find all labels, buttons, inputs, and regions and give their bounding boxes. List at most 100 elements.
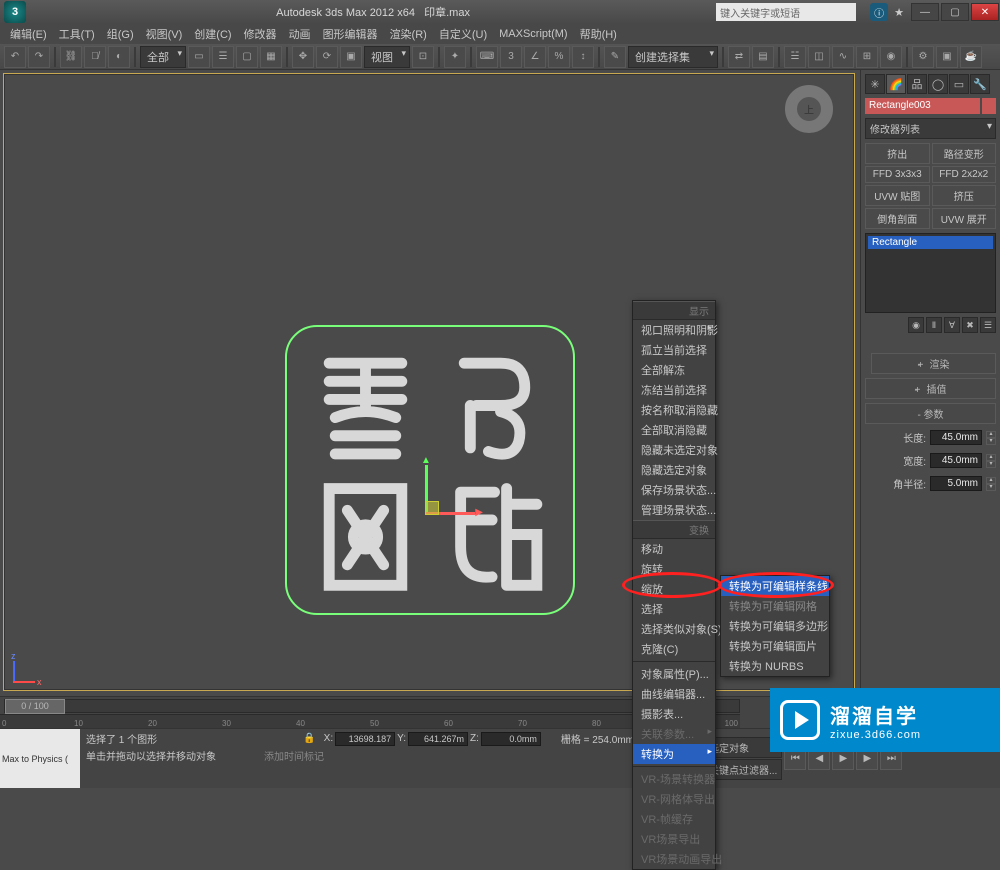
pivot-center-button[interactable]: ⊡ <box>412 46 434 68</box>
spinner-snap-button[interactable]: ↕ <box>572 46 594 68</box>
schematic-view-button[interactable]: ⊞ <box>856 46 878 68</box>
btn-pathdeform[interactable]: 路径变形 <box>932 143 997 164</box>
btn-squeeze[interactable]: 挤压 <box>932 185 997 206</box>
close-button[interactable]: ✕ <box>971 3 999 21</box>
cm-convert-editable-mesh[interactable]: 转换为可编辑网格 <box>721 596 829 616</box>
cm-convert-editable-spline[interactable]: 转换为可编辑样条线 <box>721 576 829 596</box>
select-manipulate-button[interactable]: ✦ <box>444 46 466 68</box>
utilities-tab-icon[interactable]: 🔧 <box>970 74 990 94</box>
object-color-swatch[interactable] <box>982 98 996 114</box>
cm-vr-mesh-export[interactable]: VR-网格体导出 <box>633 789 715 809</box>
mirror-button[interactable]: ⇄ <box>728 46 750 68</box>
redo-button[interactable]: ↷ <box>28 46 50 68</box>
cm-vr-framebuffer[interactable]: VR-帧缓存 <box>633 809 715 829</box>
modify-tab-icon[interactable]: 🌈 <box>886 74 906 94</box>
rendered-frame-button[interactable]: ▣ <box>936 46 958 68</box>
cm-hide-unselected[interactable]: 隐藏未选定对象 <box>633 440 715 460</box>
cm-clone[interactable]: 克隆(C) <box>633 639 715 659</box>
app-icon[interactable]: 3 <box>4 1 26 23</box>
spinner-down-icon[interactable]: ▾ <box>986 438 996 445</box>
create-tab-icon[interactable]: ✳ <box>865 74 885 94</box>
cm-convert-editable-poly[interactable]: 转换为可编辑多边形 <box>721 616 829 636</box>
cm-curve-editor[interactable]: 曲线编辑器... <box>633 684 715 704</box>
star-icon[interactable]: ★ <box>894 6 904 19</box>
material-editor-button[interactable]: ◉ <box>880 46 902 68</box>
align-button[interactable]: ▤ <box>752 46 774 68</box>
time-slider[interactable]: 0 / 100 <box>4 699 740 713</box>
menu-help[interactable]: 帮助(H) <box>576 24 621 44</box>
rollout-parameters[interactable]: 参数 <box>865 403 996 424</box>
menu-views[interactable]: 视图(V) <box>142 24 187 44</box>
snap-toggle-3[interactable]: 3 <box>500 46 522 68</box>
cm-viewport-lighting[interactable]: 视口照明和阴影 <box>633 320 715 340</box>
menu-maxscript[interactable]: MAXScript(M) <box>495 26 571 42</box>
selection-filter-dropdown[interactable]: 全部 <box>140 46 186 68</box>
curve-editor-button[interactable]: ∿ <box>832 46 854 68</box>
btn-unwrap[interactable]: UVW 展开 <box>932 208 997 229</box>
cm-vr-scene-converter[interactable]: VR-场景转换器 <box>633 769 715 789</box>
stack-item-rectangle[interactable]: Rectangle <box>868 236 993 249</box>
cm-vr-scene-export[interactable]: VR场景导出 <box>633 829 715 849</box>
cm-hide-selection[interactable]: 隐藏选定对象 <box>633 460 715 480</box>
cm-wire-params[interactable]: 关联参数... <box>633 724 715 744</box>
param-radius-input[interactable]: 5.0mm <box>930 476 982 491</box>
select-by-name-button[interactable]: ☰ <box>212 46 234 68</box>
modifier-list-dropdown[interactable]: 修改器列表 <box>865 118 996 139</box>
cm-move[interactable]: 移动 <box>633 539 715 559</box>
select-rotate-button[interactable]: ⟳ <box>316 46 338 68</box>
menu-rendering[interactable]: 渲染(R) <box>386 24 431 44</box>
select-move-button[interactable]: ✥ <box>292 46 314 68</box>
time-slider-thumb[interactable]: 0 / 100 <box>5 699 65 714</box>
cm-convert-nurbs[interactable]: 转换为 NURBS <box>721 656 829 676</box>
show-end-result-icon[interactable]: Ⅱ <box>926 317 942 333</box>
percent-snap-button[interactable]: % <box>548 46 570 68</box>
cm-isolate-selection[interactable]: 孤立当前选择 <box>633 340 715 360</box>
cm-rotate[interactable]: 旋转 <box>633 559 715 579</box>
menu-tools[interactable]: 工具(T) <box>55 24 99 44</box>
configure-sets-icon[interactable]: ☰ <box>980 317 996 333</box>
edit-selection-set-button[interactable]: ✎ <box>604 46 626 68</box>
cm-convert-to[interactable]: 转换为 <box>633 744 715 764</box>
named-selection-dropdown[interactable]: 创建选择集 <box>628 46 718 68</box>
viewcube[interactable] <box>785 85 833 133</box>
selection-lock-icon[interactable]: 🔒 <box>303 733 315 744</box>
make-unique-icon[interactable]: ∀ <box>944 317 960 333</box>
btn-bevelprofile[interactable]: 倒角剖面 <box>865 208 930 229</box>
select-region-button[interactable]: ▢ <box>236 46 258 68</box>
window-crossing-button[interactable]: ▦ <box>260 46 282 68</box>
cm-scale[interactable]: 缩放 <box>633 579 715 599</box>
cm-select-similar[interactable]: 选择类似对象(S) <box>633 619 715 639</box>
menu-modifiers[interactable]: 修改器 <box>240 24 281 44</box>
transform-gizmo[interactable] <box>425 455 485 515</box>
cm-dope-sheet[interactable]: 摄影表... <box>633 704 715 724</box>
spinner-up-icon[interactable]: ▴ <box>986 431 996 438</box>
cm-select[interactable]: 选择 <box>633 599 715 619</box>
modifier-stack[interactable]: Rectangle <box>865 233 996 313</box>
cm-unfreeze-all[interactable]: 全部解冻 <box>633 360 715 380</box>
menu-grapheditors[interactable]: 图形编辑器 <box>319 24 382 44</box>
help-search-input[interactable]: 键入关键字或短语 <box>716 3 856 21</box>
layers-button[interactable]: ☱ <box>784 46 806 68</box>
btn-ffd3[interactable]: FFD 3x3x3 <box>865 166 930 183</box>
cm-save-scene-state[interactable]: 保存场景状态... <box>633 480 715 500</box>
cm-object-props[interactable]: 对象属性(P)... <box>633 664 715 684</box>
coord-x-input[interactable]: 13698.187 <box>335 732 395 746</box>
time-ruler[interactable]: 0 10 20 30 40 50 60 70 80 90 100 <box>0 714 740 728</box>
select-object-button[interactable]: ▭ <box>188 46 210 68</box>
hierarchy-tab-icon[interactable]: 品 <box>907 74 927 94</box>
cm-freeze-selection[interactable]: 冻结当前选择 <box>633 380 715 400</box>
cm-vr-anim-export[interactable]: VR场景动画导出 <box>633 849 715 869</box>
menu-create[interactable]: 创建(C) <box>190 24 235 44</box>
remove-modifier-icon[interactable]: ✖ <box>962 317 978 333</box>
bind-spacewarp-button[interactable]: ◐ <box>108 46 130 68</box>
btn-extrude[interactable]: 挤出 <box>865 143 930 164</box>
maximize-button[interactable]: ▢ <box>941 3 969 21</box>
cm-unhide-all[interactable]: 全部取消隐藏 <box>633 420 715 440</box>
motion-tab-icon[interactable]: ◯ <box>928 74 948 94</box>
coord-y-input[interactable]: 641.267m <box>408 732 468 746</box>
pin-stack-icon[interactable]: ◉ <box>908 317 924 333</box>
add-time-tag[interactable]: 添加时间标记 <box>264 748 324 763</box>
menu-customize[interactable]: 自定义(U) <box>435 24 491 44</box>
info-center-icon[interactable]: ⓘ <box>870 3 888 21</box>
display-tab-icon[interactable]: ▭ <box>949 74 969 94</box>
